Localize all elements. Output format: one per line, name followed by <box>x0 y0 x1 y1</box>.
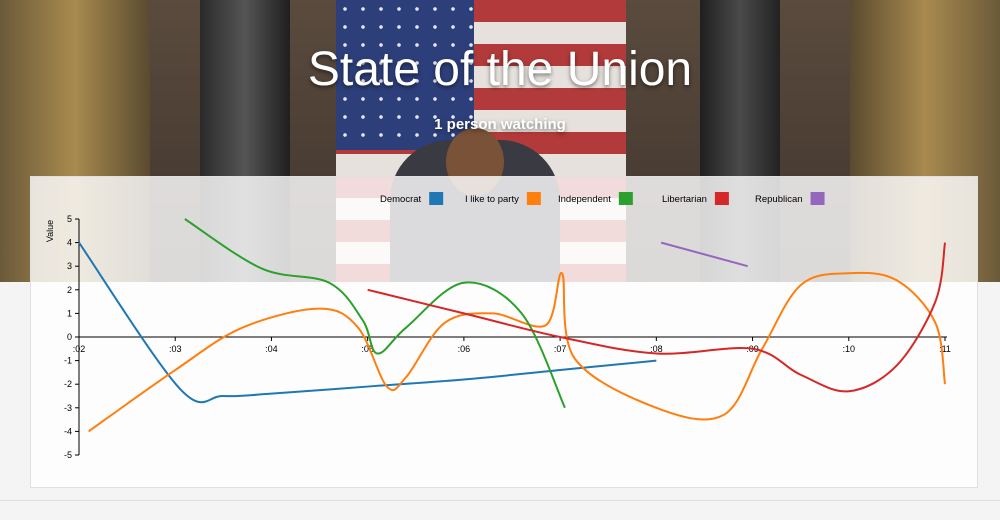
legend-label: Democrat <box>380 194 422 205</box>
legend-swatch <box>526 192 541 205</box>
y-tick-label: -2 <box>64 379 72 389</box>
y-tick-label: -5 <box>64 450 72 460</box>
y-tick-label: -4 <box>64 426 72 436</box>
legend-label: Independent <box>558 194 611 205</box>
footer-divider <box>0 500 1000 501</box>
y-tick-label: 0 <box>67 332 72 342</box>
legend-label: Libertarian <box>662 194 707 205</box>
legend-label: I like to party <box>465 194 519 205</box>
line-chart: Democrat I like to party Independent Libert… <box>45 192 951 460</box>
x-tick-label: :06 <box>458 344 471 354</box>
x-axis: :02:03:04:05:06:07:08:09:10:11 <box>73 336 951 354</box>
series-line-republican <box>660 241 749 268</box>
chart-panel: Democrat I like to party Independent Libert… <box>30 176 978 488</box>
x-tick-label: :03 <box>169 344 182 354</box>
legend-swatch <box>714 192 729 205</box>
chart-series <box>78 218 946 433</box>
y-tick-label: 5 <box>67 214 72 224</box>
series-line-i-like-to-party <box>88 271 946 433</box>
y-tick-label: 2 <box>67 285 72 295</box>
x-tick-label: :10 <box>843 344 856 354</box>
legend-swatch <box>429 192 444 205</box>
page-title: State of the Union <box>307 43 693 96</box>
x-tick-label: :04 <box>265 344 278 354</box>
y-tick-label: 1 <box>67 308 72 318</box>
y-tick-label: 3 <box>67 261 72 271</box>
y-tick-label: -1 <box>64 356 72 366</box>
y-tick-label: 4 <box>67 238 72 248</box>
x-tick-label: :07 <box>554 344 567 354</box>
watcher-count: 1 person watching <box>434 116 566 133</box>
y-axis-label: Value <box>45 220 55 242</box>
x-tick-label: :02 <box>73 344 86 354</box>
y-axis: 5 4 3 2 1 0 -1 -2 -3 -4 -5 Value <box>45 214 80 460</box>
legend-swatch <box>618 192 633 205</box>
legend-label: Republican <box>755 194 803 205</box>
series-line-democrat <box>78 242 657 404</box>
y-tick-label: -3 <box>64 403 72 413</box>
chart-legend: Democrat I like to party Independent Libert… <box>380 192 825 205</box>
legend-swatch <box>810 192 825 205</box>
series-line-independent <box>184 218 566 409</box>
